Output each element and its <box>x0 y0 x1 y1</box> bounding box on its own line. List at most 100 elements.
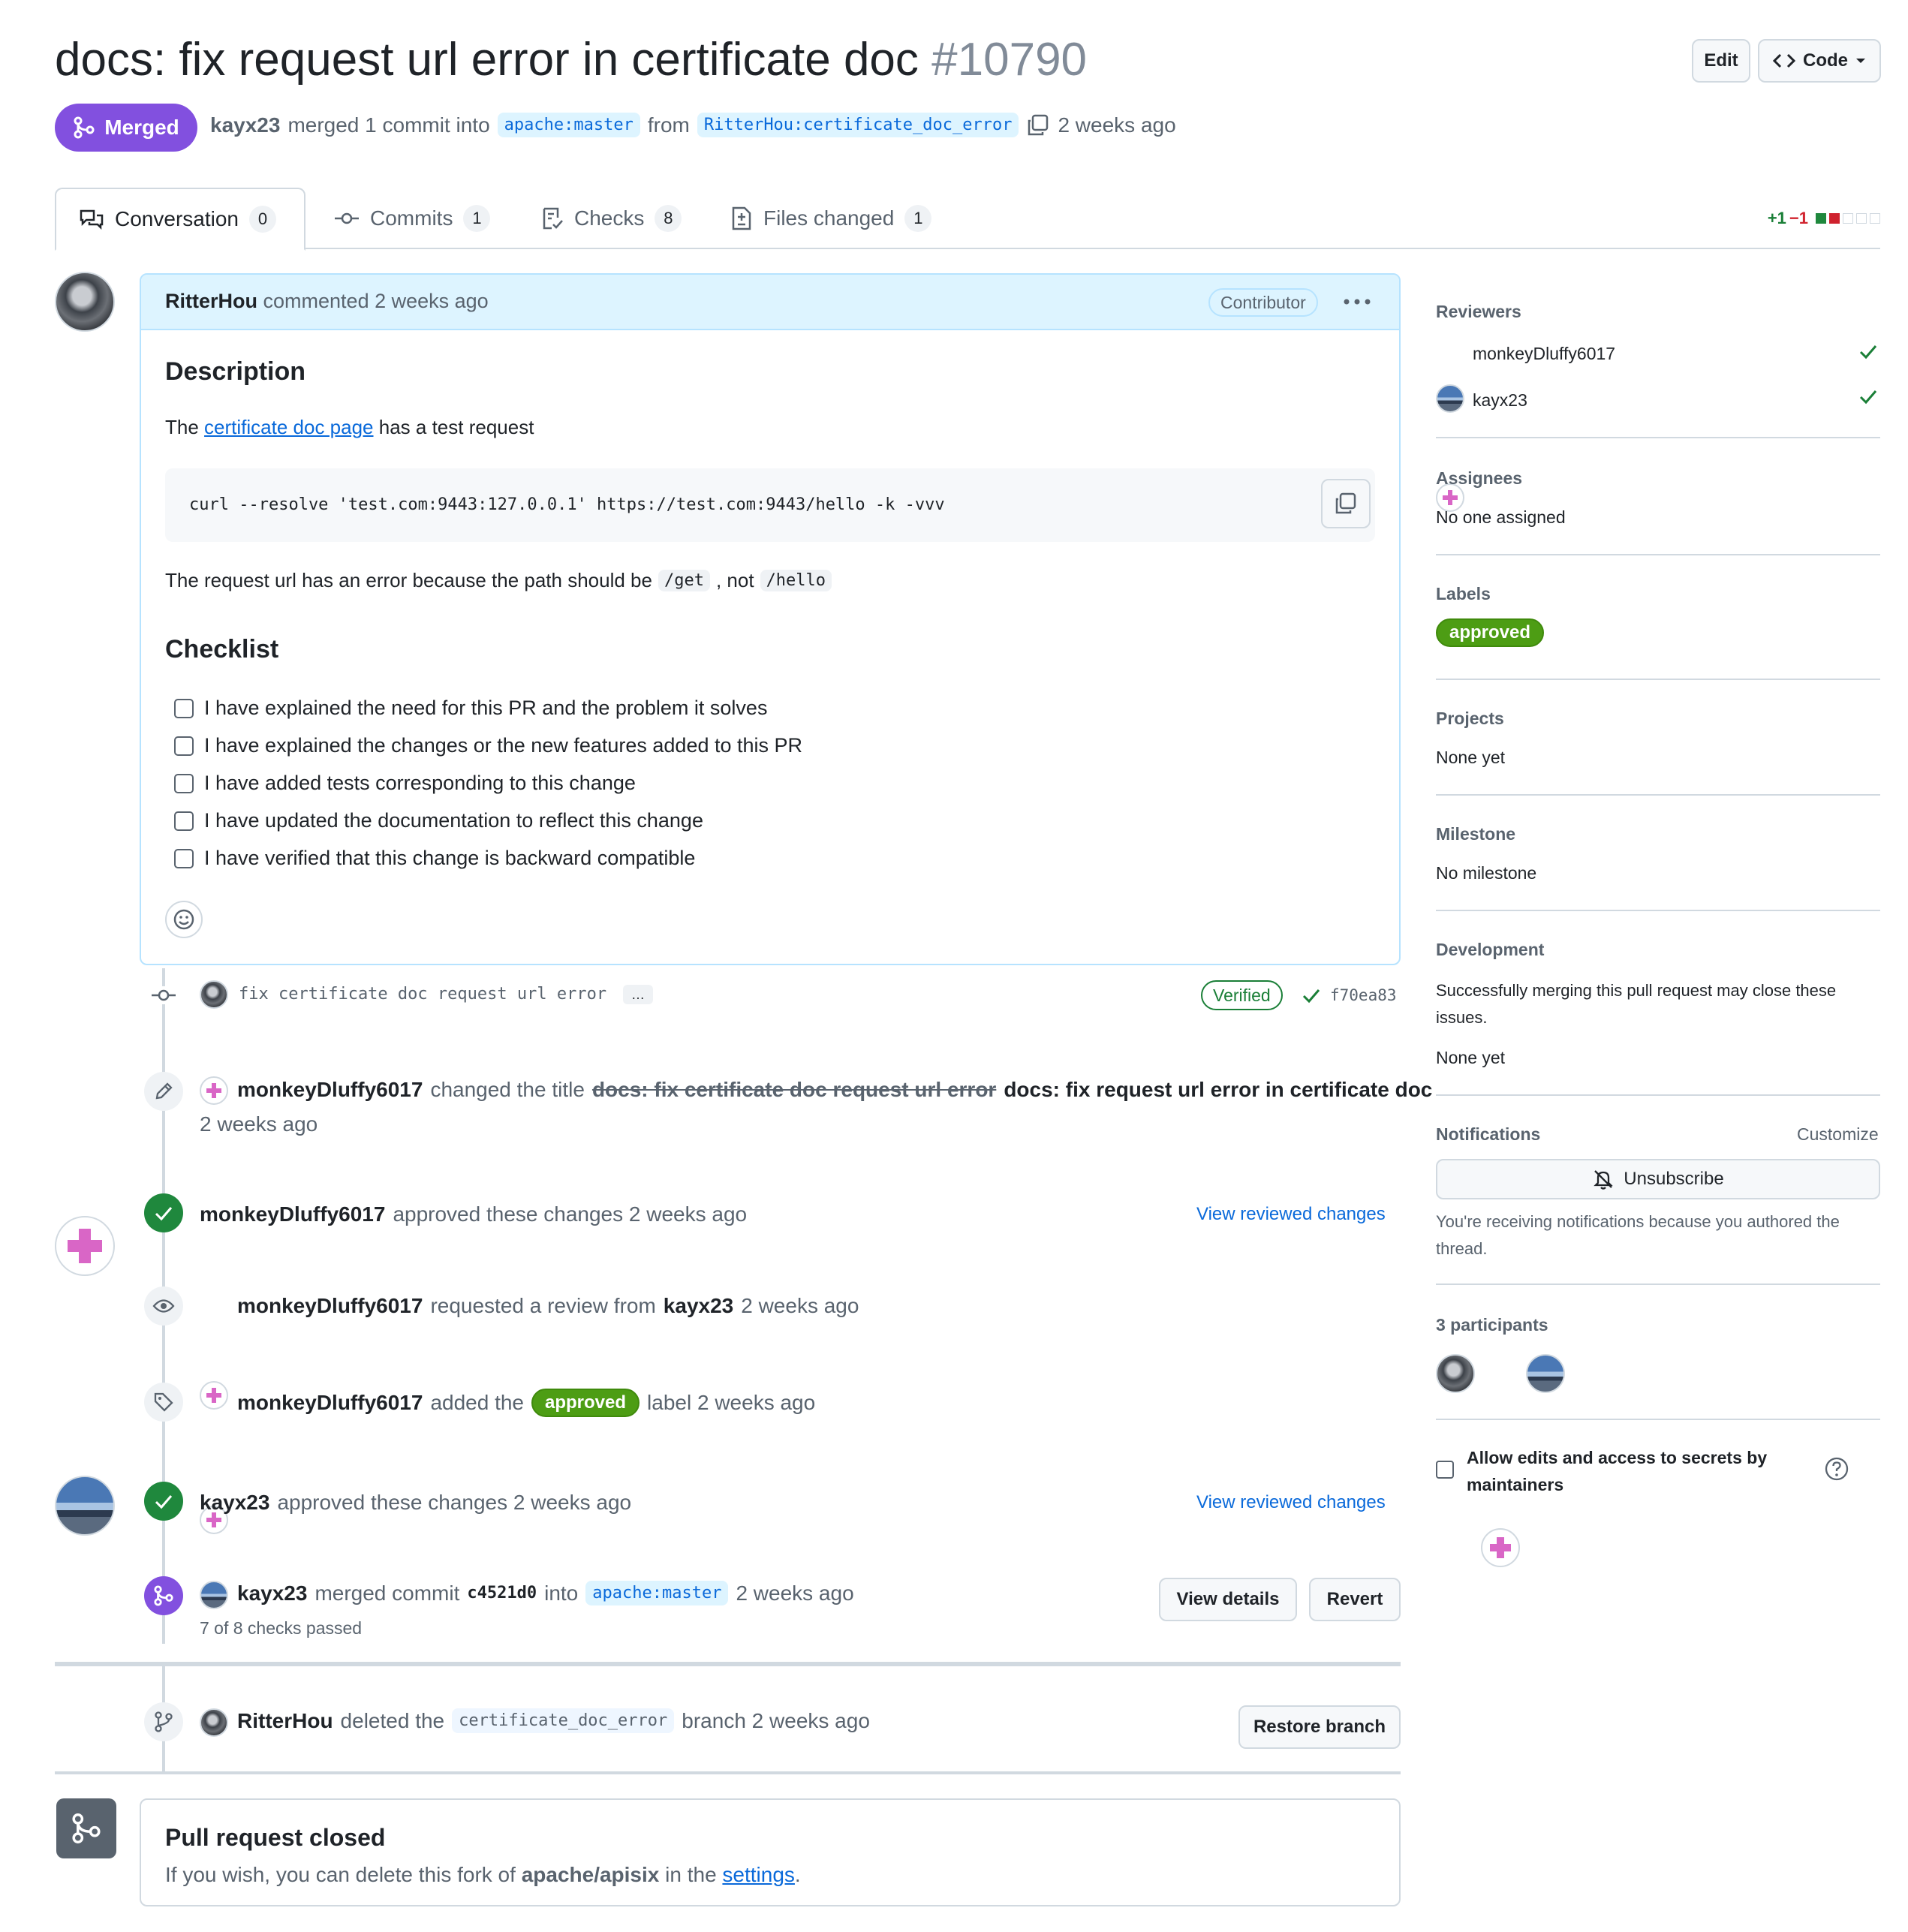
allow-edits-checkbox[interactable] <box>1436 1461 1454 1479</box>
base-branch[interactable]: apache:master <box>585 1581 729 1605</box>
branch-deleted-event: RitterHou deleted the certificate_doc_er… <box>237 1708 870 1733</box>
check-icon <box>155 1495 173 1509</box>
diffstat-del-square <box>1829 213 1840 224</box>
pr-closed-text: If you wish, you can delete this fork of… <box>165 1863 801 1886</box>
ritterhou-mini-avatar[interactable] <box>200 980 228 1009</box>
monkeydluffy-avatar[interactable] <box>55 1216 115 1276</box>
assignees-heading[interactable]: Assignees <box>1436 468 1522 489</box>
checks-summary[interactable]: 7 of 8 checks passed <box>200 1618 362 1639</box>
kebab-horizontal-icon[interactable] <box>1342 294 1372 309</box>
add-reaction-button[interactable] <box>165 901 203 938</box>
diffstat-neutral-square <box>1870 213 1880 224</box>
head-branch[interactable]: RitterHou:certificate_doc_error <box>697 113 1019 137</box>
reviewer-avatar[interactable] <box>1436 384 1464 413</box>
git-merge-icon <box>72 1813 101 1843</box>
commit-sha-link[interactable]: f70ea83 <box>1330 986 1397 1004</box>
revert-button[interactable]: Revert <box>1309 1578 1401 1621</box>
milestone-heading[interactable]: Milestone <box>1436 824 1515 844</box>
pr-title: docs: fix request url error in certifica… <box>55 34 1088 86</box>
restore-branch-button[interactable]: Restore branch <box>1238 1705 1401 1749</box>
expand-commit-button[interactable]: … <box>623 985 653 1004</box>
ritterhou-mini-avatar[interactable] <box>200 1708 228 1737</box>
sidebar-divider <box>1436 910 1880 911</box>
sidebar-divider <box>1436 679 1880 680</box>
question-icon[interactable] <box>1824 1456 1849 1482</box>
customize-link[interactable]: Customize <box>1797 1124 1879 1145</box>
checklist-item: I have verified that this change is back… <box>174 847 695 870</box>
participant-avatar[interactable] <box>1436 1354 1475 1393</box>
certificate-doc-link[interactable]: certificate doc page <box>204 416 373 438</box>
approved-event-icon <box>144 1193 183 1232</box>
kayx23-mini-avatar[interactable] <box>200 1581 228 1609</box>
checklist-icon <box>543 207 563 230</box>
reviewers-heading[interactable]: Reviewers <box>1436 302 1521 322</box>
task-checkbox[interactable] <box>174 698 194 718</box>
view-reviewed-changes-link[interactable]: View reviewed changes <box>1196 1204 1386 1225</box>
diffstat-add-square <box>1816 213 1826 224</box>
tag-event-icon <box>144 1383 183 1422</box>
sidebar-divider <box>1436 437 1880 438</box>
verified-badge[interactable]: Verified <box>1201 980 1283 1010</box>
check-icon <box>155 1207 173 1221</box>
pr-meta-line: kayx23 merged 1 commit into apache:maste… <box>210 113 1176 137</box>
diffstat: +1 −1 <box>1768 209 1880 228</box>
reviewer-name[interactable]: kayx23 <box>1473 390 1527 411</box>
tab-conversation[interactable]: Conversation 0 <box>55 188 305 251</box>
notifications-heading: Notifications <box>1436 1124 1541 1144</box>
unsubscribe-button[interactable]: Unsubscribe <box>1436 1159 1880 1199</box>
description-para: The certificate doc page has a test requ… <box>165 416 534 438</box>
merge-commit-sha[interactable]: c4521d0 <box>467 1584 537 1602</box>
smiley-icon <box>173 909 194 930</box>
file-diff-icon <box>732 206 751 230</box>
tab-commits[interactable]: Commits 1 <box>311 188 513 249</box>
eye-icon <box>152 1299 175 1313</box>
task-checkbox[interactable] <box>174 811 194 831</box>
merger-link[interactable]: kayx23 <box>210 113 280 137</box>
error-para: The request url has an error because the… <box>165 569 832 592</box>
git-merge-icon <box>154 1585 173 1606</box>
development-heading[interactable]: Development <box>1436 940 1544 960</box>
timeline-break <box>55 1662 1401 1666</box>
edit-button[interactable]: Edit <box>1692 39 1750 83</box>
settings-link[interactable]: settings <box>722 1863 795 1886</box>
monkeydluffy-mini-avatar[interactable] <box>200 1381 228 1410</box>
approved-label[interactable]: approved <box>531 1389 640 1417</box>
bell-slash-icon <box>1594 1170 1614 1190</box>
deleted-branch-chip[interactable]: certificate_doc_error <box>452 1708 675 1733</box>
title-change-event: monkeyDluffy6017 changed the title docs:… <box>237 1078 1433 1101</box>
view-reviewed-changes-link[interactable]: View reviewed changes <box>1196 1492 1386 1513</box>
reviewer-name[interactable]: monkeyDluffy6017 <box>1473 344 1615 364</box>
monkeydluffy-mini-avatar[interactable] <box>200 1076 228 1105</box>
base-branch[interactable]: apache:master <box>497 113 640 137</box>
merged-state-badge: Merged <box>55 104 197 152</box>
projects-heading[interactable]: Projects <box>1436 709 1504 729</box>
copy-icon[interactable] <box>1026 113 1050 137</box>
task-checkbox[interactable] <box>174 736 194 756</box>
label-added-event: monkeyDluffy6017 added the approved labe… <box>237 1389 815 1417</box>
view-details-button[interactable]: View details <box>1159 1578 1297 1621</box>
tab-files-changed[interactable]: Files changed 1 <box>708 188 954 249</box>
pr-description-comment: RitterHou commented 2 weeks ago Contribu… <box>140 273 1401 965</box>
comment-author[interactable]: RitterHou <box>165 290 257 312</box>
development-value: None yet <box>1436 1048 1506 1067</box>
approval-event: kayx23 approved these changes 2 weeks ag… <box>200 1491 632 1514</box>
allow-edits-label: Allow edits and access to secrets by mai… <box>1467 1448 1768 1494</box>
copy-code-button[interactable] <box>1321 479 1371 528</box>
labels-heading[interactable]: Labels <box>1436 584 1491 604</box>
pr-closed-icon-box <box>56 1798 116 1858</box>
eye-event-icon <box>144 1286 183 1326</box>
code-text: curl --resolve 'test.com:9443:127.0.0.1'… <box>189 495 945 514</box>
commit-message-link[interactable]: fix certificate doc request url error <box>239 985 606 1004</box>
git-commit-icon <box>150 986 177 1004</box>
code-button[interactable]: Code <box>1758 39 1881 83</box>
participant-avatar[interactable] <box>1481 1528 1520 1567</box>
ritterhou-avatar[interactable] <box>55 272 115 332</box>
tab-checks[interactable]: Checks 8 <box>519 188 704 249</box>
approved-label[interactable]: approved <box>1436 618 1545 647</box>
kayx23-avatar[interactable] <box>55 1476 115 1536</box>
task-checkbox[interactable] <box>174 773 194 793</box>
sidebar-divider <box>1436 1283 1880 1285</box>
approved-event-icon <box>144 1482 183 1521</box>
participant-avatar[interactable] <box>1526 1354 1565 1393</box>
task-checkbox[interactable] <box>174 848 194 868</box>
